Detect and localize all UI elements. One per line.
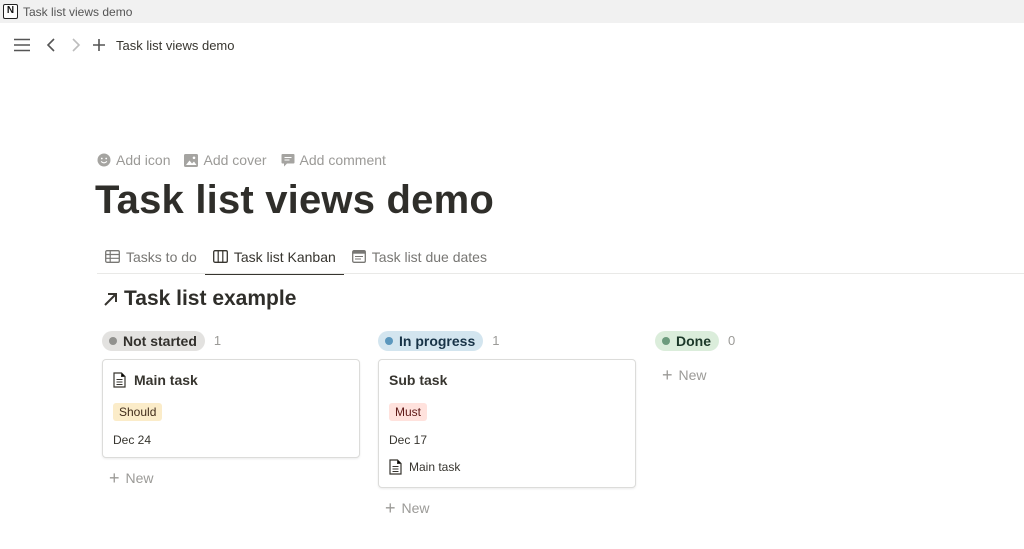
status-badge: Not started [102, 330, 205, 351]
column-header[interactable]: Not started 1 [102, 330, 360, 351]
board-card-main-task[interactable]: Main task Should Dec 24 [102, 359, 360, 458]
plus-icon: + [662, 365, 673, 385]
tab-label: Tasks to do [126, 248, 197, 265]
card-related-page[interactable]: Main task [389, 459, 460, 475]
breadcrumb[interactable]: Task list views demo [116, 38, 234, 53]
page-title[interactable]: Task list views demo [95, 178, 494, 223]
board-icon [212, 250, 228, 263]
image-icon [184, 153, 199, 167]
add-cover-label: Add cover [203, 152, 267, 168]
add-icon-label: Add icon [116, 152, 171, 168]
priority-tag: Should [113, 403, 163, 421]
tab-task-list-kanban[interactable]: Task list Kanban [204, 240, 344, 275]
status-dot [109, 336, 117, 345]
database-title-text: Task list example [124, 287, 297, 310]
card-due-date: Dec 17 [389, 433, 428, 447]
new-card-button[interactable]: + New [662, 365, 707, 385]
new-label: New [401, 500, 430, 516]
tab-label: Task list due dates [371, 248, 487, 265]
related-page-label: Main task [409, 460, 461, 474]
status-dot [385, 336, 393, 345]
menu-icon[interactable] [12, 36, 32, 54]
page-icon [389, 459, 402, 475]
add-comment-button[interactable]: Add comment [281, 152, 386, 168]
column-count: 0 [728, 333, 736, 348]
column-count: 1 [213, 333, 222, 348]
add-comment-label: Add comment [299, 152, 386, 168]
page-actions: Add icon Add cover Add comment [97, 152, 400, 168]
smiley-icon [97, 153, 111, 167]
plus-icon: + [109, 468, 120, 488]
status-badge: Done [655, 330, 719, 351]
notion-logo-icon: N [3, 4, 18, 19]
tabs-divider [97, 273, 1024, 274]
add-icon-button[interactable]: Add icon [97, 152, 170, 168]
page-icon [113, 372, 126, 388]
status-label: In progress [399, 332, 476, 349]
card-title-text: Sub task [389, 372, 448, 388]
comment-icon [281, 153, 295, 167]
database-title[interactable]: Task list example [103, 287, 296, 311]
new-card-button[interactable]: + New [385, 498, 430, 518]
tab-task-list-due-dates[interactable]: Task list due dates [344, 240, 495, 273]
new-card-button[interactable]: + New [109, 468, 154, 488]
new-label: New [678, 367, 707, 383]
add-cover-button[interactable]: Add cover [184, 152, 267, 168]
status-label: Done [676, 332, 711, 349]
status-label: Not started [123, 332, 197, 349]
tab-tasks-to-do[interactable]: Tasks to do [97, 240, 205, 273]
board-column-done: Done 0 + New [655, 330, 913, 384]
new-label: New [125, 470, 154, 486]
column-header[interactable]: In progress 1 [378, 330, 636, 351]
card-title-text: Main task [134, 372, 198, 388]
tab-label: Task list Kanban [233, 248, 336, 265]
status-badge: In progress [378, 330, 484, 351]
view-tabs: Tasks to do Task list Kanban Task list d… [97, 240, 495, 275]
board-column-not-started: Not started 1 Main task Should Dec 24 + … [102, 330, 360, 487]
calendar-icon [351, 250, 366, 263]
plus-icon: + [385, 498, 396, 518]
window-title: Task list views demo [23, 4, 133, 19]
back-arrow-icon[interactable] [44, 36, 58, 54]
status-dot [662, 336, 670, 345]
forward-arrow-icon[interactable] [69, 36, 83, 54]
table-icon [105, 250, 120, 263]
card-title: Main task [113, 372, 198, 388]
board-column-in-progress: In progress 1 Sub task Must Dec 17 Main … [378, 330, 636, 517]
arrow-up-right-icon [103, 292, 118, 307]
board-card-sub-task[interactable]: Sub task Must Dec 17 Main task [378, 359, 636, 488]
topbar: Task list views demo [0, 23, 1024, 68]
column-header[interactable]: Done 0 [655, 330, 913, 351]
card-title: Sub task [389, 372, 447, 388]
column-count: 1 [492, 333, 500, 348]
priority-tag: Must [389, 403, 428, 421]
new-page-plus-icon[interactable] [91, 37, 107, 53]
window-titlebar: N Task list views demo [0, 0, 1024, 23]
card-due-date: Dec 24 [113, 433, 152, 447]
